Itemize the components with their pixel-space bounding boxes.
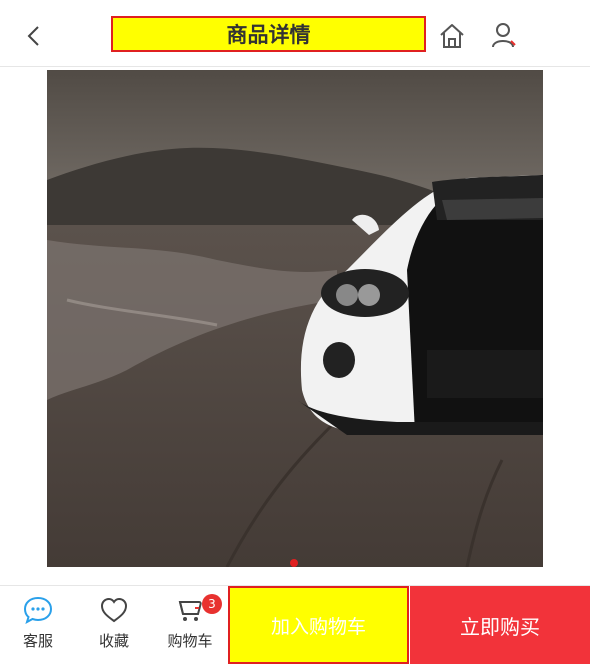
cart-count-badge: 3 <box>202 594 222 614</box>
cart-label: 购物车 <box>167 632 213 650</box>
user-icon[interactable] <box>490 21 518 49</box>
bottom-action-bar: 客服 收藏 购物车 3 加入购物车 立即购买 <box>0 585 590 664</box>
chat-icon <box>23 596 53 624</box>
chevron-left-icon[interactable] <box>22 24 46 48</box>
customer-service-label: 客服 <box>22 632 53 650</box>
heart-icon <box>100 597 128 623</box>
home-icon[interactable] <box>438 22 466 50</box>
favorite-button[interactable]: 收藏 <box>84 596 144 658</box>
add-to-cart-button[interactable]: 加入购物车 <box>228 586 409 664</box>
product-image-gallery[interactable] <box>47 70 543 567</box>
favorite-label: 收藏 <box>98 632 129 650</box>
customer-service-button[interactable]: 客服 <box>8 596 68 658</box>
buy-now-button[interactable]: 立即购买 <box>410 586 590 664</box>
gallery-indicator-dot[interactable] <box>290 559 298 567</box>
page-title: 商品详情 <box>111 16 426 52</box>
product-image <box>47 70 543 567</box>
cart-icon <box>178 601 202 621</box>
top-navigation-bar: 商品详情 <box>0 0 590 67</box>
